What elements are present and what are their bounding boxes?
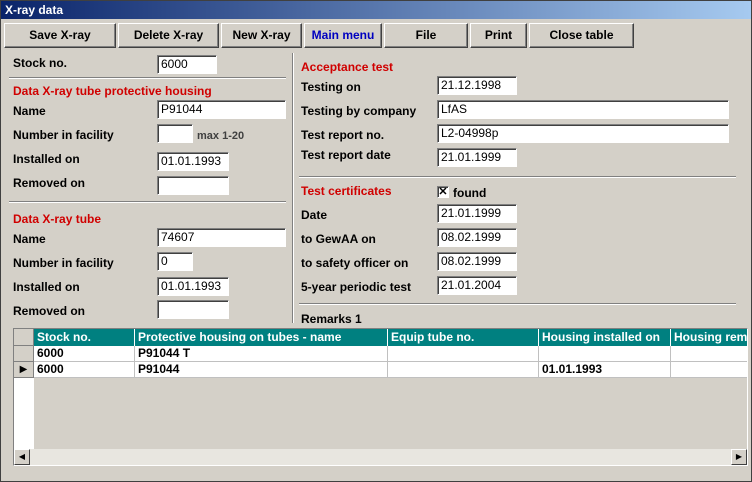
tube-installed-field[interactable]: 01.01.1993 bbox=[157, 277, 229, 296]
tube-number-field[interactable]: 0 bbox=[157, 252, 193, 271]
tube-removed-field[interactable] bbox=[157, 300, 229, 319]
delete-xray-button[interactable]: Delete X-ray bbox=[118, 23, 219, 48]
divider bbox=[9, 201, 286, 203]
periodic-test-label: 5-year periodic test bbox=[301, 280, 412, 294]
testing-company-label: Testing by company bbox=[301, 104, 417, 118]
grid-empty-area bbox=[34, 378, 747, 449]
testing-on-field[interactable]: 21.12.1998 bbox=[437, 76, 517, 95]
cert-date-field[interactable]: 21.01.1999 bbox=[437, 204, 517, 223]
stock-no-field[interactable]: 6000 bbox=[157, 55, 217, 74]
housing-installed-label: Installed on bbox=[13, 152, 80, 166]
window-title: X-ray data bbox=[1, 1, 751, 19]
column-header-housing-name[interactable]: Protective housing on tubes - name bbox=[135, 329, 388, 346]
tube-installed-label: Installed on bbox=[13, 280, 80, 294]
housing-section-header: Data X-ray tube protective housing bbox=[13, 84, 212, 98]
housing-number-hint: max 1-20 bbox=[197, 130, 245, 142]
cert-date-label: Date bbox=[301, 208, 328, 222]
safety-officer-label: to safety officer on bbox=[301, 256, 409, 270]
found-label: found bbox=[453, 186, 487, 200]
table-cell[interactable] bbox=[388, 362, 539, 378]
file-button[interactable]: File bbox=[384, 23, 468, 48]
row-indicator[interactable] bbox=[14, 346, 34, 362]
housing-number-field[interactable] bbox=[157, 124, 193, 143]
current-row-indicator[interactable]: ▶ bbox=[14, 362, 34, 378]
tube-name-label: Name bbox=[13, 232, 46, 246]
test-report-date-field[interactable]: 21.01.1999 bbox=[437, 148, 517, 167]
horizontal-scrollbar[interactable]: ◀ ▶ bbox=[14, 449, 747, 465]
testing-company-field[interactable]: LfAS bbox=[437, 100, 729, 119]
close-table-button[interactable]: Close table bbox=[529, 23, 634, 48]
test-report-date-label: Test report date bbox=[301, 148, 391, 162]
table-cell[interactable]: 01.01.1993 bbox=[539, 362, 671, 378]
housing-name-field[interactable]: P91044 bbox=[157, 100, 286, 119]
housing-number-label: Number in facility bbox=[13, 128, 114, 142]
tube-removed-label: Removed on bbox=[13, 304, 86, 318]
gewaa-field[interactable]: 08.02.1999 bbox=[437, 228, 517, 247]
test-report-no-field[interactable]: L2-04998p bbox=[437, 124, 729, 143]
scroll-left-icon[interactable]: ◀ bbox=[14, 449, 30, 465]
safety-officer-field[interactable]: 08.02.1999 bbox=[437, 252, 517, 271]
column-divider bbox=[292, 53, 294, 323]
housing-name-label: Name bbox=[13, 104, 46, 118]
found-checkbox[interactable]: ✕ bbox=[437, 186, 449, 198]
save-xray-button[interactable]: Save X-ray bbox=[4, 23, 116, 48]
stock-no-label: Stock no. bbox=[13, 56, 68, 70]
tube-number-label: Number in facility bbox=[13, 256, 114, 270]
table-cell[interactable] bbox=[671, 362, 747, 378]
table-cell[interactable]: 6000 bbox=[34, 346, 135, 362]
test-report-no-label: Test report no. bbox=[301, 128, 385, 142]
certificates-section-header: Test certificates bbox=[301, 184, 392, 198]
acceptance-section-header: Acceptance test bbox=[301, 60, 394, 74]
housing-removed-label: Removed on bbox=[13, 176, 86, 190]
tube-name-field[interactable]: 74607 bbox=[157, 228, 286, 247]
gewaa-label: to GewAA on bbox=[301, 232, 376, 246]
table-cell[interactable] bbox=[671, 346, 747, 362]
divider bbox=[9, 77, 286, 79]
grid-corner bbox=[14, 329, 34, 346]
divider bbox=[299, 176, 736, 178]
print-button[interactable]: Print bbox=[470, 23, 527, 48]
tube-section-header: Data X-ray tube bbox=[13, 212, 102, 226]
column-header-housing-removed[interactable]: Housing removed on bbox=[671, 329, 747, 346]
column-header-equip-tube-no[interactable]: Equip tube no. bbox=[388, 329, 539, 346]
remarks-label: Remarks 1 bbox=[301, 312, 362, 326]
column-header-housing-installed[interactable]: Housing installed on bbox=[539, 329, 671, 346]
main-menu-button[interactable]: Main menu bbox=[304, 23, 382, 48]
table-cell[interactable] bbox=[388, 346, 539, 362]
scroll-right-icon[interactable]: ▶ bbox=[731, 449, 747, 465]
new-xray-button[interactable]: New X-ray bbox=[221, 23, 302, 48]
testing-on-label: Testing on bbox=[301, 80, 361, 94]
housing-removed-field[interactable] bbox=[157, 176, 229, 195]
column-header-stock-no[interactable]: Stock no. bbox=[34, 329, 135, 346]
table-cell[interactable]: 6000 bbox=[34, 362, 135, 378]
table-cell[interactable]: P91044 bbox=[135, 362, 388, 378]
housing-installed-field[interactable]: 01.01.1993 bbox=[157, 152, 229, 171]
xray-data-grid[interactable]: Stock no. Protective housing on tubes - … bbox=[13, 328, 748, 466]
divider bbox=[299, 303, 736, 305]
table-cell[interactable] bbox=[539, 346, 671, 362]
table-cell[interactable]: P91044 T bbox=[135, 346, 388, 362]
periodic-test-field[interactable]: 21.01.2004 bbox=[437, 276, 517, 295]
xray-data-window: X-ray data Save X-ray Delete X-ray New X… bbox=[0, 0, 752, 482]
